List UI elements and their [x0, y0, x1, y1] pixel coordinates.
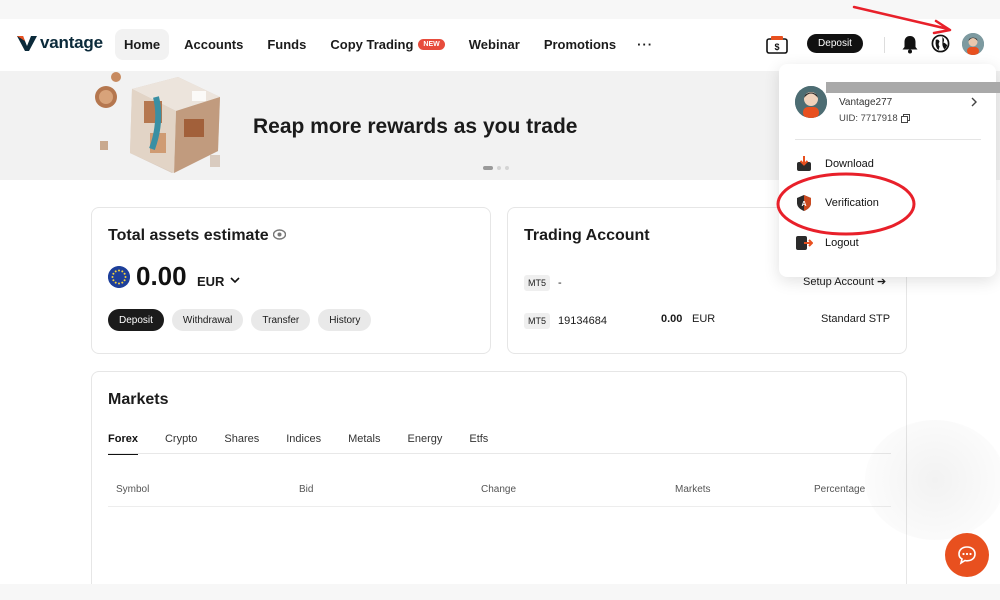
dropdown-item-label: Logout — [825, 237, 859, 249]
transfer-button[interactable]: Transfer — [251, 309, 311, 331]
header-divider — [884, 37, 885, 53]
currency-selector[interactable]: EUR — [197, 274, 224, 289]
nav-label: Accounts — [184, 37, 244, 52]
chat-button[interactable] — [945, 533, 989, 577]
copy-icon[interactable] — [900, 114, 910, 123]
vantage-logo[interactable]: vantage — [16, 33, 103, 53]
annotation-ellipse — [776, 172, 916, 236]
markets-table-header: Symbol Bid Change Markets Percentage — [108, 484, 891, 508]
account-currency: EUR — [692, 313, 716, 325]
assets-actions: Deposit Withdrawal Transfer History — [108, 309, 372, 331]
bottom-strip — [0, 584, 1000, 600]
vantage-logo-mark — [17, 36, 37, 51]
assets-title: Total assets estimate — [108, 227, 269, 244]
main-nav: Home Accounts Funds Copy Trading NEW Web… — [115, 29, 659, 60]
redacted-bar — [826, 82, 1000, 93]
account-balance: 0.00 — [661, 313, 683, 325]
account-number: 19134684 — [558, 315, 607, 327]
tab-etfs[interactable]: Etfs — [469, 432, 488, 455]
total-assets-card: Total assets estimate 0.00 EUR Deposit W… — [91, 207, 491, 354]
nav-label: Promotions — [543, 37, 617, 52]
account-type: Standard STP — [821, 313, 891, 325]
dropdown-uid: UID: 7717918 — [839, 113, 910, 124]
nav-item-copy-trading[interactable]: Copy Trading NEW — [321, 29, 453, 60]
dropdown-avatar — [795, 86, 827, 118]
nav-item-webinar[interactable]: Webinar — [460, 29, 529, 60]
table-divider — [108, 506, 891, 507]
tab-metals[interactable]: Metals — [348, 432, 380, 455]
tab-forex[interactable]: Forex — [108, 432, 138, 455]
account-row: MT5 - — [524, 275, 562, 291]
avatar-image — [962, 33, 984, 55]
avatar-image — [795, 86, 827, 118]
deposit-button[interactable]: Deposit — [108, 309, 164, 331]
tab-shares[interactable]: Shares — [224, 432, 259, 455]
eu-flag-icon — [108, 266, 130, 288]
nav-label: Copy Trading — [330, 37, 414, 52]
nav-label: Home — [124, 37, 161, 52]
nav-label: Webinar — [468, 37, 520, 52]
nav-label: Funds — [267, 37, 307, 52]
chevron-down-icon[interactable] — [230, 276, 240, 284]
chat-icon — [958, 546, 976, 565]
markets-card: Markets Forex Crypto Shares Indices Meta… — [91, 371, 907, 600]
eye-icon[interactable] — [273, 229, 286, 240]
nav-item-home[interactable]: Home — [115, 29, 170, 60]
fab-shadow — [865, 420, 1000, 540]
nav-item-promotions[interactable]: Promotions — [535, 29, 625, 60]
column-header: Change — [481, 484, 517, 495]
tab-energy[interactable]: Energy — [408, 432, 443, 455]
platform-tag: MT5 — [524, 313, 550, 329]
uid-text: UID: 7717918 — [839, 113, 898, 124]
tabs-divider — [108, 453, 891, 454]
nav-item-funds[interactable]: Funds — [258, 29, 315, 60]
tab-indices[interactable]: Indices — [286, 432, 321, 455]
chevron-right-icon[interactable] — [970, 97, 978, 107]
trading-title: Trading Account — [524, 227, 650, 244]
new-badge: NEW — [418, 39, 445, 50]
banner-title: Reap more rewards as you trade — [253, 115, 578, 138]
platform-tag: MT5 — [524, 275, 550, 291]
carousel-dot[interactable] — [505, 166, 509, 170]
tab-crypto[interactable]: Crypto — [165, 432, 197, 455]
dropdown-username[interactable]: Vantage277 — [839, 97, 892, 108]
column-header: Symbol — [116, 484, 150, 495]
carousel-dot[interactable] — [497, 166, 501, 170]
account-row[interactable]: MT5 19134684 — [524, 313, 607, 329]
markets-title: Markets — [108, 391, 169, 408]
withdrawal-button[interactable]: Withdrawal — [171, 309, 244, 331]
markets-tabs: Forex Crypto Shares Indices Metals Energ… — [108, 432, 515, 455]
column-header: Markets — [675, 484, 711, 495]
history-button[interactable]: History — [318, 309, 372, 331]
nav-item-accounts[interactable]: Accounts — [175, 29, 252, 60]
column-header: Percentage — [814, 484, 866, 495]
column-header: Bid — [299, 484, 314, 495]
avatar[interactable] — [962, 33, 984, 55]
dropdown-divider — [795, 139, 981, 140]
ticket-icon[interactable]: $ — [765, 35, 789, 55]
annotation-arrow — [852, 5, 952, 35]
carousel-dots — [483, 166, 509, 170]
carousel-dot[interactable] — [483, 166, 493, 170]
more-menu-icon[interactable]: ··· — [631, 29, 659, 60]
dropdown-item-label: Download — [825, 158, 874, 170]
banner-illustration — [95, 72, 220, 173]
svg-text:$: $ — [774, 42, 779, 52]
assets-amount: 0.00 — [136, 261, 187, 291]
account-number: - — [558, 277, 562, 289]
logo-text: vantage — [40, 33, 103, 52]
